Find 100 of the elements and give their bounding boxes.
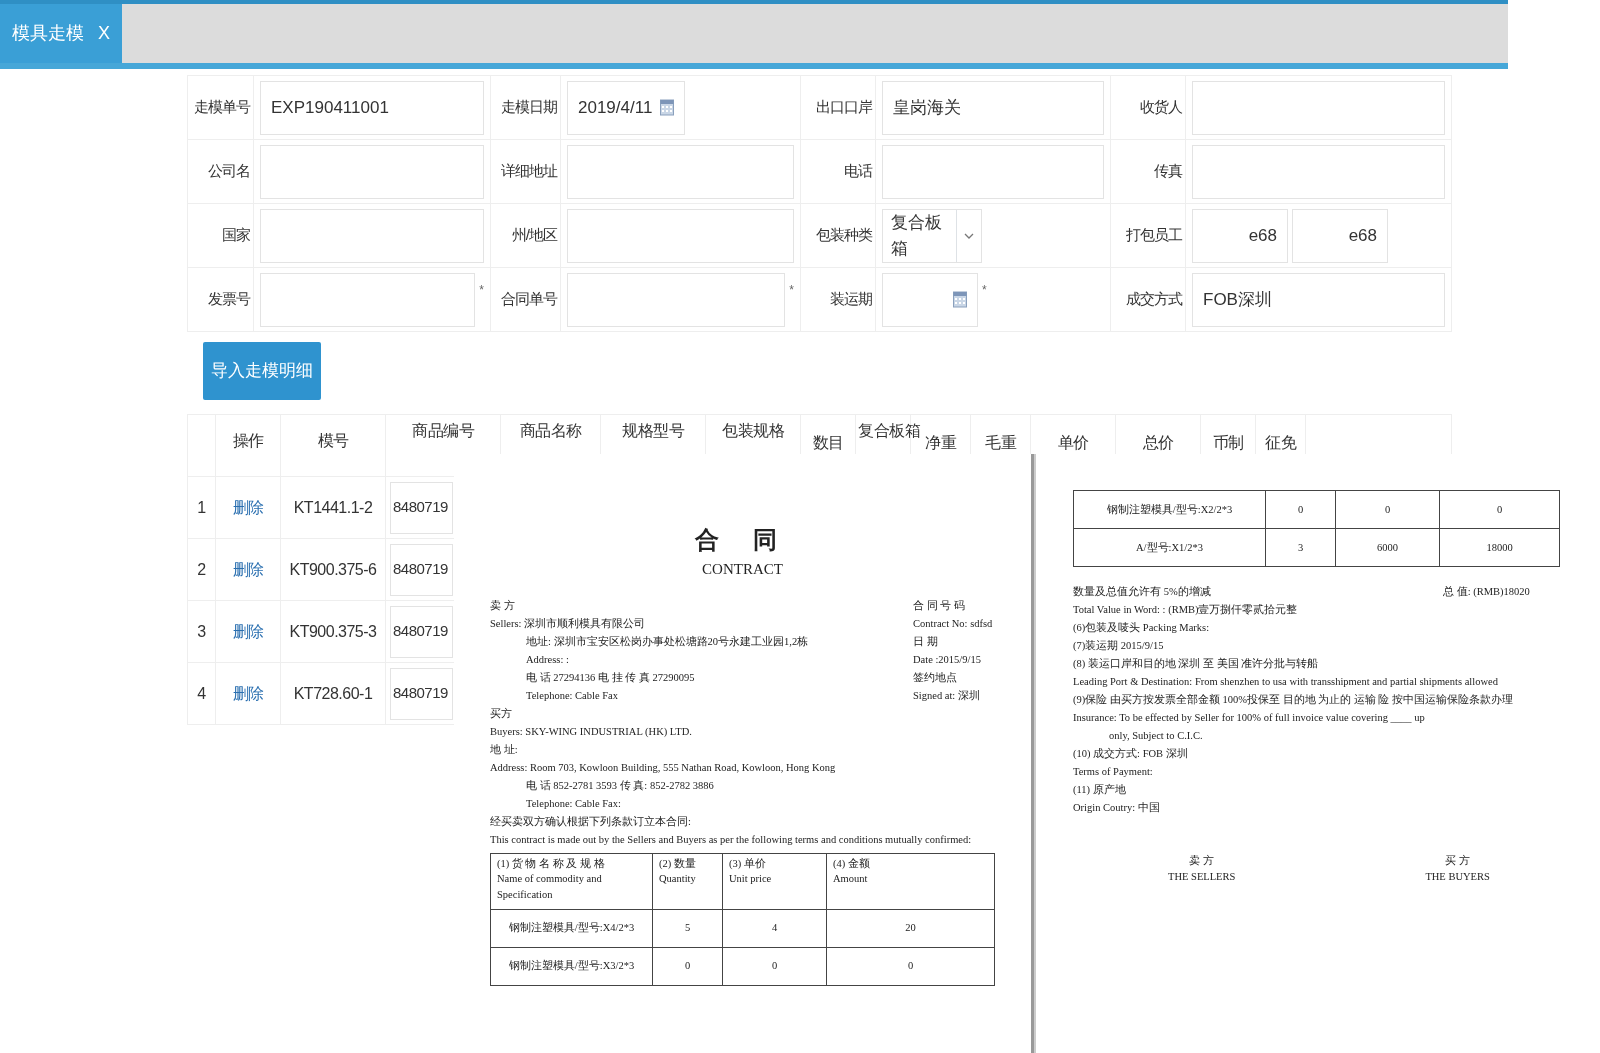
column-header: 总价 <box>1142 434 1174 451</box>
column-header: 包装规格 <box>722 422 784 439</box>
table-cell: KT1441.1-2 <box>293 498 373 516</box>
contract-line: (10) 成交方式: FOB 深圳 <box>1073 747 1188 761</box>
column-header: 商品名称 <box>519 422 582 439</box>
signature-label: 买 方 <box>1444 854 1471 868</box>
table-cell-text: (4) 金额 <box>833 856 871 871</box>
contract-line: Sellers: 深圳市顺利模具有限公司 <box>490 616 646 631</box>
contract-title: 合 同 <box>693 526 792 555</box>
calendar-icon[interactable] <box>660 99 674 116</box>
contract-line: (9)保险 由买方按发票全部金额 100%投保至 目的地 为止的 运输 险 按中国运输保险条款办理 <box>1073 693 1514 707</box>
column-header: 规格型号 <box>622 422 684 439</box>
input-field[interactable]: 8480719 <box>390 481 453 534</box>
field-label: 公司名 <box>208 162 250 180</box>
table-cell: 钢制注塑模具/型号:X2/2*3 <box>1106 503 1233 515</box>
column-header: 征免 <box>1265 434 1296 451</box>
column-header: 复合板箱 <box>858 422 920 439</box>
table-cell: A/型号:X1/2*3 <box>1136 541 1203 553</box>
table-cell: 0 <box>1384 503 1391 515</box>
field-label: 详细地址 <box>501 162 557 180</box>
contract-line: 地址: 深圳市宝安区松岗办事处松塘路20号永建工业园1,2栋 <box>526 634 809 649</box>
delete-link[interactable]: 删除 <box>232 560 264 578</box>
table-cell: 3 <box>1297 541 1304 553</box>
date-field[interactable] <box>882 272 978 327</box>
input-field[interactable]: e68 <box>1292 208 1388 263</box>
input-field[interactable]: EXP190411001 <box>260 80 484 135</box>
contract-line: Terms of Payment: <box>1073 765 1153 779</box>
table-cell: 6000 <box>1377 541 1398 553</box>
signature-label: THE BUYERS <box>1425 869 1490 884</box>
field-label: 国家 <box>222 226 250 244</box>
input-field[interactable]: 8480719 <box>390 605 453 658</box>
column-header: 净重 <box>925 434 956 451</box>
column-header: 操作 <box>232 431 264 449</box>
contract-line: This contract is made out by the Sellers and Buyers as per the following terms and conditions mutually confirmed: <box>490 832 972 847</box>
date-field[interactable]: 2019/4/11 <box>567 80 685 135</box>
input-field[interactable]: 皇岗海关 <box>882 80 1104 135</box>
contract-line: 签约地点 <box>913 670 958 685</box>
input-field[interactable] <box>567 272 786 327</box>
field-label: 包装种类 <box>816 226 872 244</box>
contract-line: Telephone: Cable Fax <box>526 688 618 703</box>
table-cell-text: (3) 单价 <box>729 856 767 871</box>
contract-line: Buyers: SKY-WING INDUSTRIAL (HK) LTD. <box>490 724 692 739</box>
field-label: 走模单号 <box>194 98 250 116</box>
field-label: 成交方式 <box>1126 290 1182 308</box>
field-label: 装运期 <box>830 290 872 308</box>
table-cell-text: (1) 货 物 名 称 及 规 格 <box>497 856 606 871</box>
field-label: 发票号 <box>208 290 250 308</box>
input-field[interactable] <box>260 272 476 327</box>
delete-link[interactable]: 删除 <box>232 684 264 702</box>
input-field[interactable] <box>567 144 794 199</box>
row-number: 1 <box>197 498 206 516</box>
field-label: 出口口岸 <box>816 98 872 116</box>
table-cell: 4 <box>771 922 778 934</box>
contract-line: 买方 <box>490 706 512 721</box>
table-cell: KT900.375-6 <box>289 560 377 578</box>
row-number: 2 <box>197 560 206 578</box>
contract-line: Insurance: To be effected by Seller for 100% of full invoice value covering ____ up <box>1073 711 1425 725</box>
input-field[interactable] <box>260 208 484 263</box>
contract-line: 地 址: <box>490 742 518 757</box>
contract-line: 总 值: (RMB)18020 <box>1443 585 1531 599</box>
column-header: 单价 <box>1057 434 1089 451</box>
input-field[interactable] <box>1192 144 1445 199</box>
table-cell-text: Quantity <box>659 872 697 887</box>
contract-line: Leading Port & Destination: From shenzhen to usa with transshipment and partial shipments allowed <box>1073 675 1498 689</box>
contract-line: Origin Coutry: 中国 <box>1073 801 1160 815</box>
table-cell: 0 <box>1297 503 1304 515</box>
table-cell: 0 <box>907 960 914 972</box>
delete-link[interactable]: 删除 <box>232 622 264 640</box>
input-field[interactable] <box>260 144 484 199</box>
input-field[interactable]: FOB深圳 <box>1192 272 1445 327</box>
input-field[interactable]: 8480719 <box>390 543 453 596</box>
contract-line: Date :2015/9/15 <box>913 652 982 667</box>
field-label: 收货人 <box>1140 98 1182 116</box>
contract-line: 电 话 27294136 电 挂 传 真 27290095 <box>526 670 695 685</box>
contract-line: (8) 装运口岸和目的地 深圳 至 美国 准许分批与转船 <box>1073 656 1319 671</box>
input-field[interactable] <box>882 144 1104 199</box>
select-field[interactable]: 复合板箱 <box>882 208 982 263</box>
table-cell-text: (2) 数量 <box>659 856 697 871</box>
input-field[interactable] <box>567 208 794 263</box>
required-mark: * <box>982 281 987 299</box>
input-field[interactable]: e68 <box>1192 208 1288 263</box>
signature-label: 卖 方 <box>1188 854 1215 868</box>
contract-line: (11) 原产地 <box>1073 783 1126 797</box>
field-label: 合同单号 <box>501 290 557 308</box>
signature-label: THE SELLERS <box>1168 869 1236 884</box>
contract-line: (6)包装及唛头 Packing Marks: <box>1073 621 1210 635</box>
field-label: 走模日期 <box>501 98 557 116</box>
delete-link[interactable]: 删除 <box>232 498 264 516</box>
input-field[interactable] <box>1192 80 1445 135</box>
table-cell: 20 <box>905 922 916 934</box>
input-field[interactable]: 8480719 <box>390 667 453 720</box>
table-cell: 5 <box>684 922 691 934</box>
row-number: 3 <box>197 622 206 640</box>
row-number: 4 <box>197 684 206 702</box>
table-cell: 0 <box>1496 503 1503 515</box>
table-cell-text: Unit price <box>729 872 773 887</box>
contract-line: 卖 方 <box>490 598 515 613</box>
table-cell: 0 <box>771 960 778 972</box>
calendar-icon[interactable] <box>953 291 967 308</box>
contract-line: (7)装运期 2015/9/15 <box>1073 639 1164 653</box>
